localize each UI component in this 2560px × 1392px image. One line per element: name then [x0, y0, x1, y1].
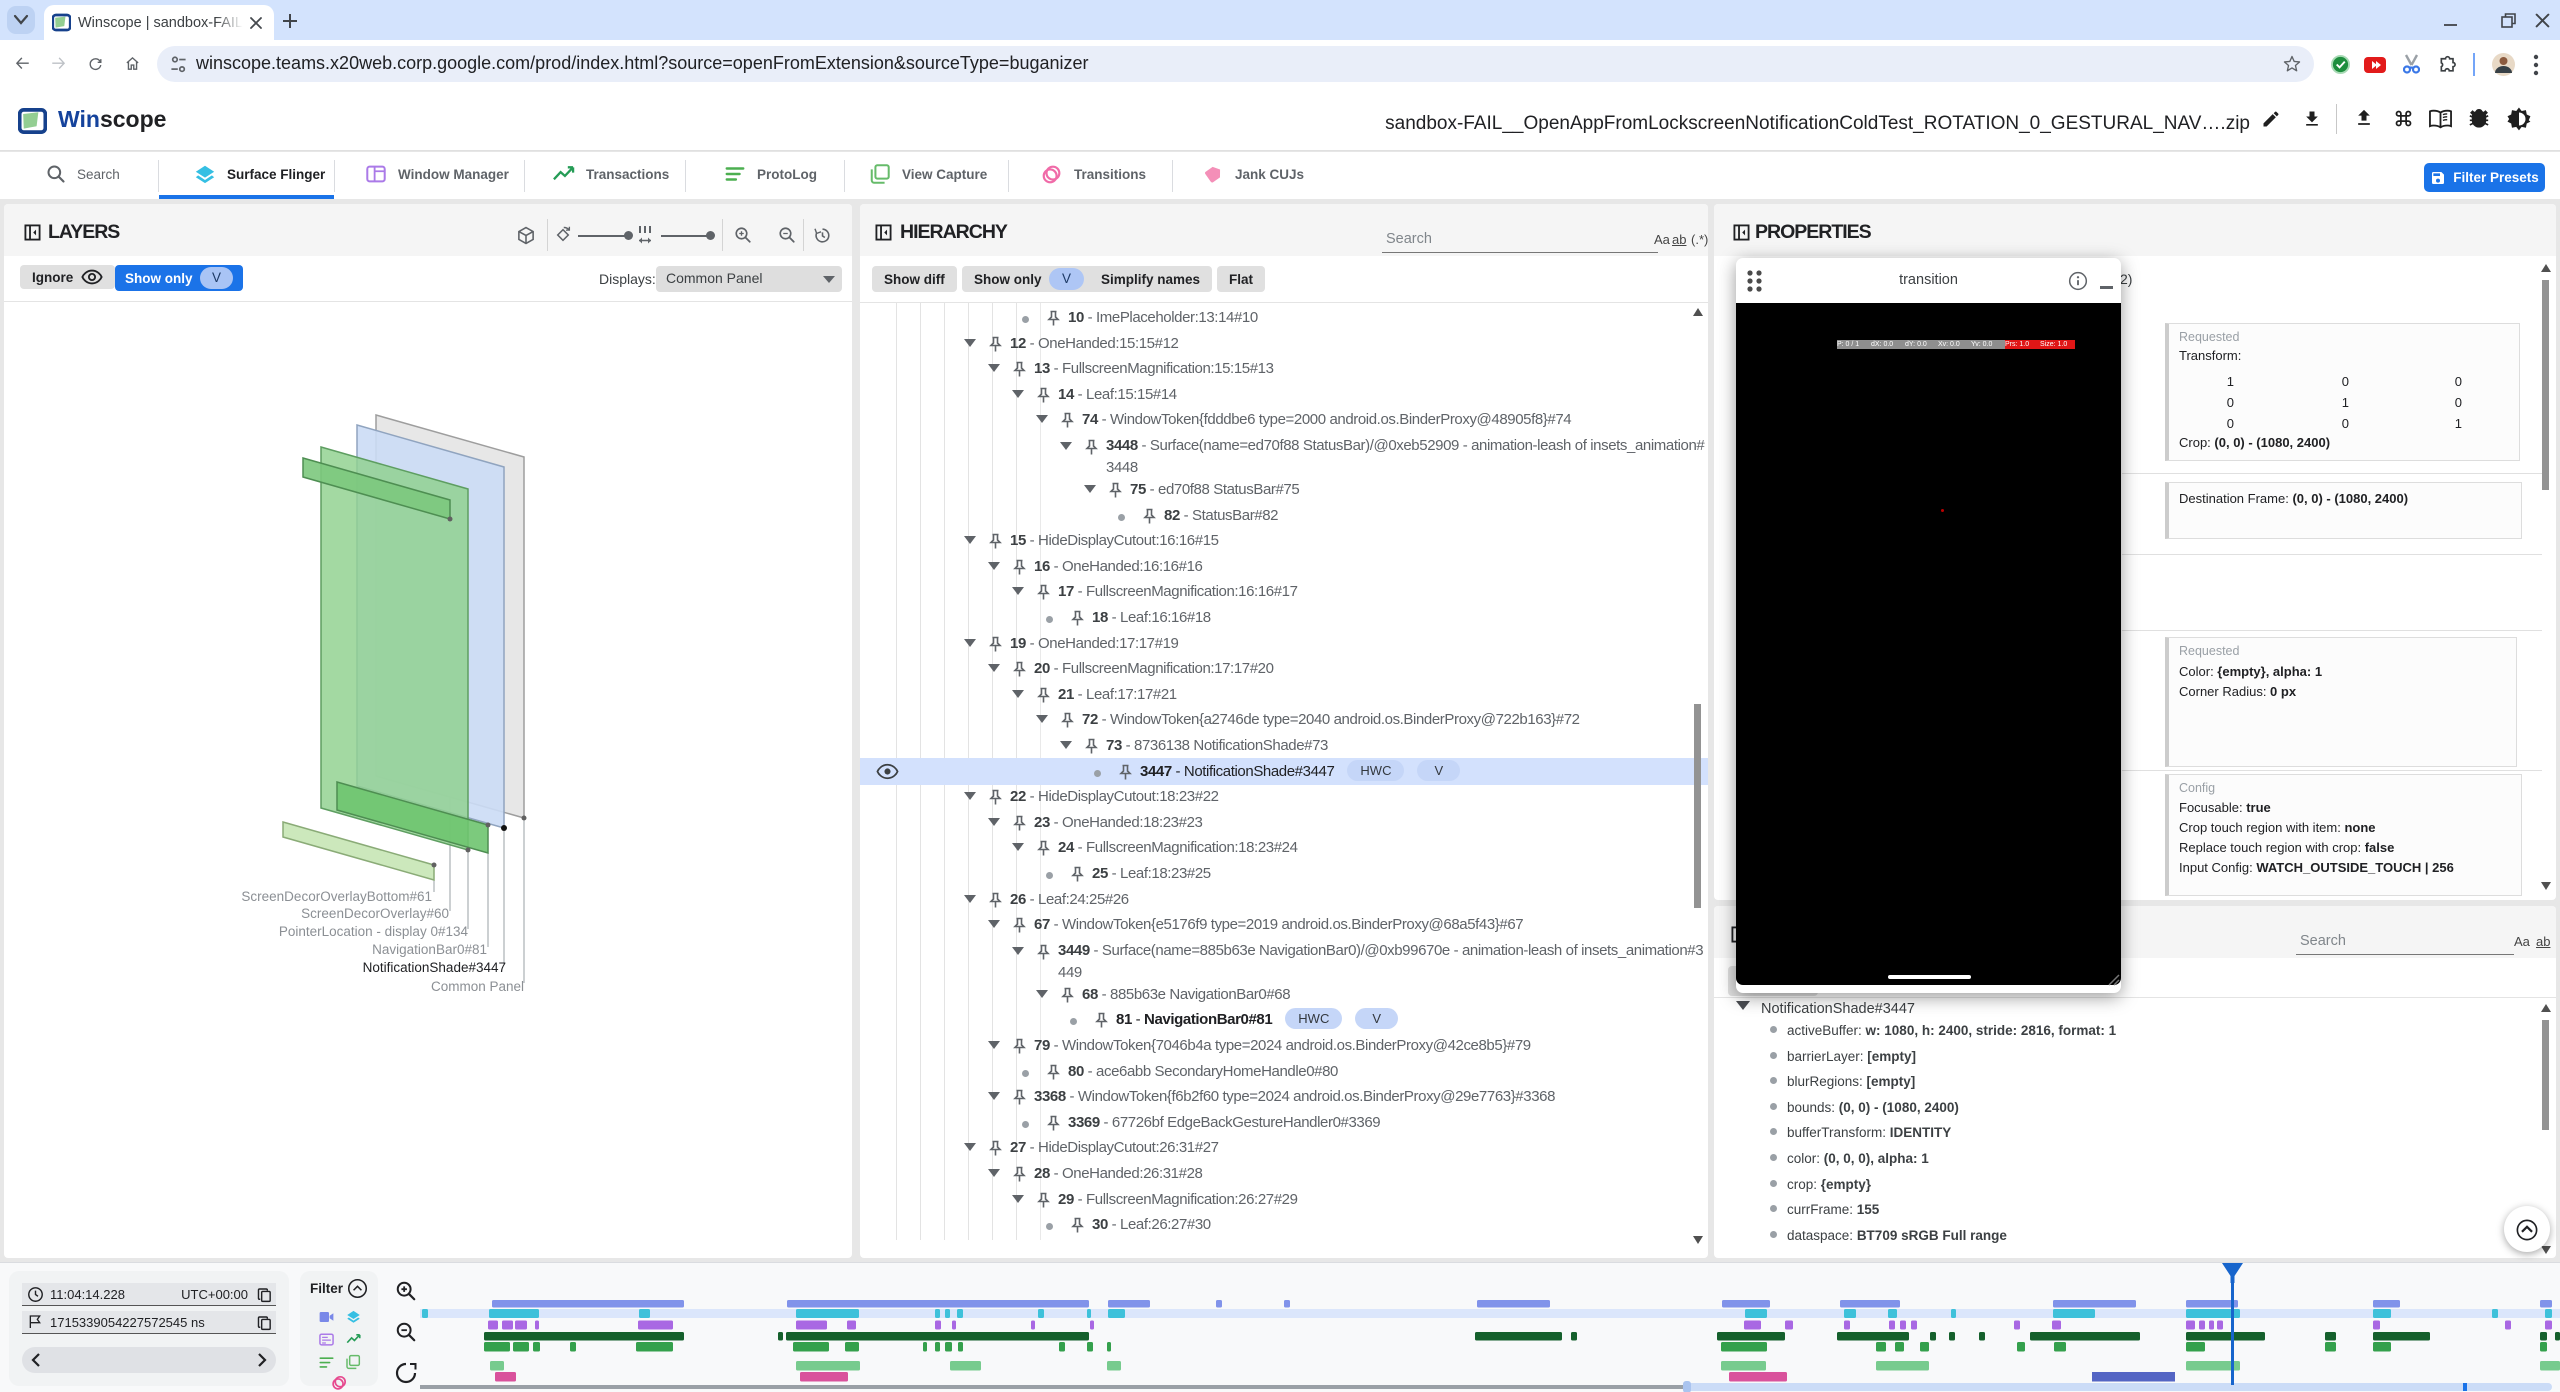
svg-text:NotificationShade#3447: NotificationShade#3447	[363, 960, 506, 975]
svg-text:PointerLocation - display 0#13: PointerLocation - display 0#134	[279, 924, 469, 939]
svg-text:ScreenDecorOverlayBottom#61: ScreenDecorOverlayBottom#61	[241, 889, 432, 904]
svg-text:NavigationBar0#81: NavigationBar0#81	[372, 942, 487, 957]
svg-text:Common Panel: Common Panel	[431, 979, 524, 994]
svg-text:ScreenDecorOverlay#60: ScreenDecorOverlay#60	[301, 906, 449, 921]
